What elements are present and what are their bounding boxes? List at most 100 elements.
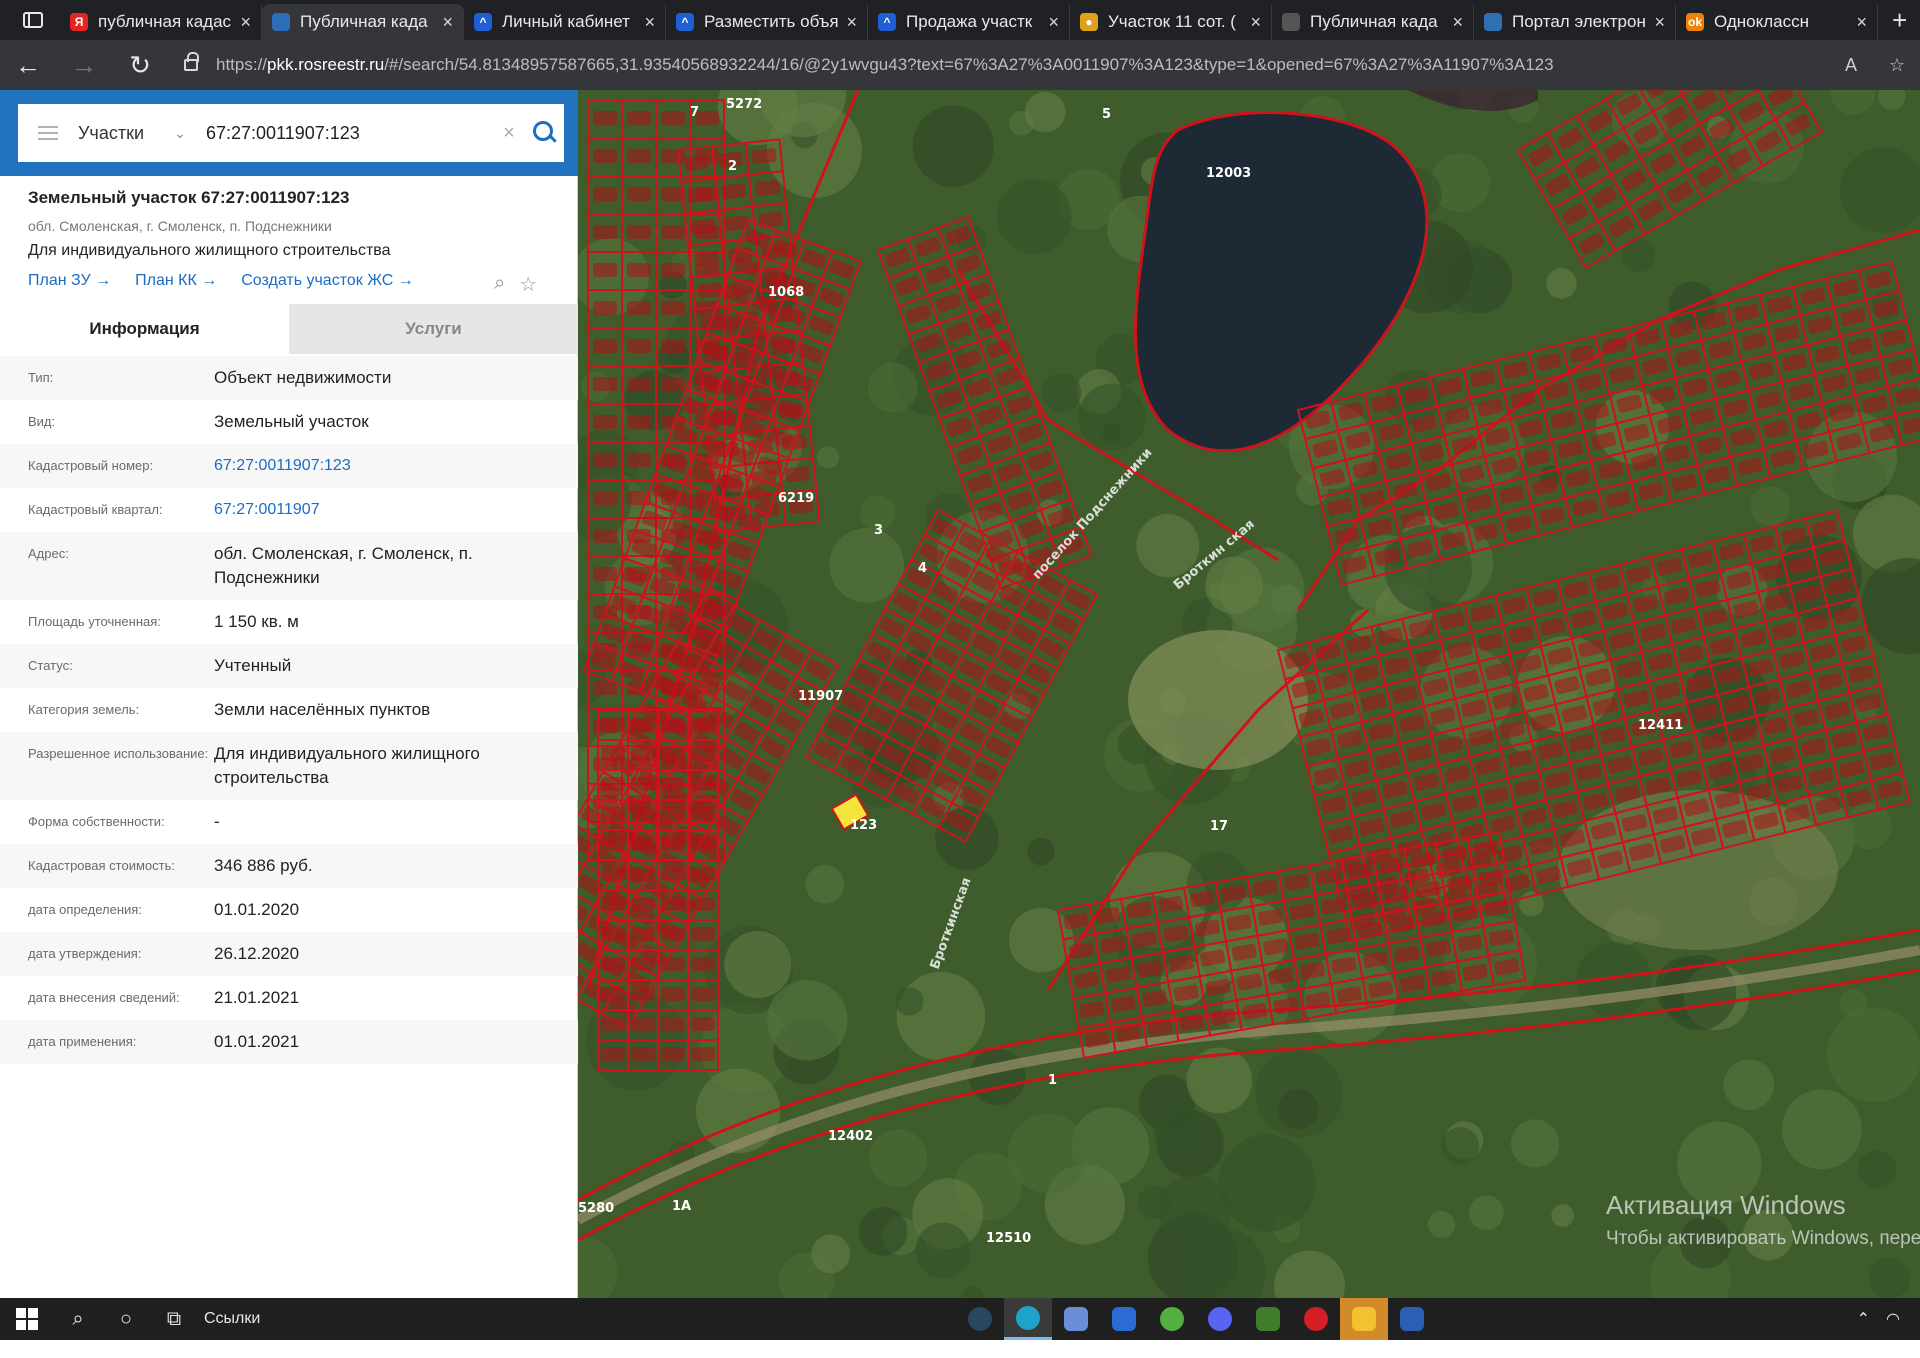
- map-canvas[interactable]: 12003 11907 12411 12402 12510 17 5 7 2 123 6219 106…: [578, 90, 1920, 1298]
- xbox-icon[interactable]: [1148, 1298, 1196, 1340]
- attribute-value-link[interactable]: 67:27:0011907: [214, 498, 578, 522]
- chevron-down-icon[interactable]: ⌄: [174, 125, 198, 142]
- search-input[interactable]: 67:27:0011907:123: [198, 123, 494, 144]
- word-icon[interactable]: [1388, 1298, 1436, 1340]
- taskbar-links-label[interactable]: Ссылки: [204, 1310, 260, 1328]
- parcel-number-badge: [661, 225, 685, 239]
- parcel-number-badge: [601, 717, 625, 731]
- lock-icon[interactable]: [184, 52, 199, 71]
- close-tab-icon[interactable]: ×: [846, 12, 857, 33]
- edge-icon[interactable]: [1004, 1298, 1052, 1340]
- browser-tab[interactable]: ● Участок 11 сот. (×: [1070, 4, 1272, 40]
- wifi-icon[interactable]: ◠: [1886, 1309, 1900, 1329]
- attribute-key: дата утверждения:: [28, 946, 142, 961]
- task-view-icon[interactable]: ⧉: [150, 1308, 198, 1331]
- minecraft-icon[interactable]: [1244, 1298, 1292, 1340]
- tree-patch: [1078, 383, 1146, 451]
- tree-patch: [1007, 1113, 1088, 1194]
- plan-zu-link[interactable]: План ЗУ →: [28, 272, 111, 290]
- reload-icon[interactable]: ↻: [112, 50, 168, 81]
- steam-icon[interactable]: [956, 1298, 1004, 1340]
- tab-favicon-icon: Я: [70, 13, 88, 31]
- attribute-key: дата внесения сведений:: [28, 990, 180, 1005]
- browser-tab[interactable]: ok Одноклассн ×: [1676, 4, 1878, 40]
- parcel-number-badge: [694, 250, 719, 267]
- tab-information[interactable]: Информация: [0, 304, 289, 354]
- parcel-number-badge: [631, 747, 655, 761]
- hamburger-menu-icon[interactable]: [18, 126, 78, 140]
- cortana-icon[interactable]: ○: [102, 1308, 150, 1331]
- attribute-key: Кадастровый квартал:: [28, 502, 163, 517]
- tab-favicon-icon: ^: [676, 13, 694, 31]
- browser-tab[interactable]: Публичная када ×: [1272, 4, 1474, 40]
- game-app-icon[interactable]: [1340, 1298, 1388, 1340]
- parcel-number-badge: [627, 263, 651, 277]
- tree-patch: [1024, 91, 1066, 133]
- map-label: 17: [1210, 819, 1228, 834]
- parcel-title: Земельный участок 67:27:0011907:123: [28, 188, 350, 207]
- opera-icon[interactable]: [1292, 1298, 1340, 1340]
- info-panel: Участки ⌄ 67:27:0011907:123 × ‹ Земельны…: [0, 90, 592, 1298]
- tray-chevron-icon[interactable]: ⌃: [1857, 1309, 1870, 1329]
- tree-patch: [805, 865, 845, 904]
- close-tab-icon[interactable]: ×: [1452, 12, 1463, 33]
- map-label: 1068: [768, 285, 804, 300]
- zoom-to-parcel-icon[interactable]: ⌕: [494, 272, 505, 297]
- tab-services[interactable]: Услуги: [289, 304, 578, 354]
- tree-patch: [1154, 1105, 1210, 1162]
- parcel-number-badge: [661, 747, 685, 761]
- windows-start-icon[interactable]: [0, 1298, 54, 1340]
- search-type-select[interactable]: Участки: [78, 123, 174, 144]
- parcel-number-badge: [661, 149, 685, 163]
- new-tab-button[interactable]: +: [1892, 5, 1907, 36]
- clear-search-icon[interactable]: ×: [494, 122, 524, 145]
- tab-favicon-icon: ok: [1686, 13, 1704, 31]
- close-tab-icon[interactable]: ×: [1856, 12, 1867, 33]
- attribute-row: Вид: Земельный участок: [0, 400, 578, 444]
- cadastral-map[interactable]: 12003 11907 12411 12402 12510 17 5 7 2 123 6219 106…: [578, 90, 1920, 1298]
- favorite-star-icon[interactable]: ☆: [519, 272, 537, 297]
- browser-tab[interactable]: ^ Продажа участк ×: [868, 4, 1070, 40]
- tab-actions-menu-icon[interactable]: [6, 0, 60, 40]
- parcel-number-badge: [697, 282, 723, 299]
- url-prefix: https://: [216, 55, 268, 74]
- search-icon[interactable]: [524, 113, 564, 153]
- attribute-value: 01.01.2020: [214, 900, 300, 919]
- create-zhs-link[interactable]: Создать участок ЖС →: [241, 272, 414, 290]
- browser-tab[interactable]: Япубличная кадас ×: [60, 4, 262, 40]
- read-aloud-icon[interactable]: A: [1828, 55, 1874, 76]
- attribute-key: Кадастровый номер:: [28, 458, 154, 473]
- browser-tab[interactable]: ^ Разместить объя ×: [666, 4, 868, 40]
- tab-favicon-icon: [1484, 13, 1502, 31]
- close-tab-icon[interactable]: ×: [644, 12, 655, 33]
- photos-app-icon[interactable]: [1100, 1298, 1148, 1340]
- attribute-value-link[interactable]: 67:27:0011907:123: [214, 454, 578, 478]
- attribute-value: 21.01.2021: [214, 988, 300, 1007]
- browser-tab[interactable]: ^ Личный кабинет ×: [464, 4, 666, 40]
- tree-patch: [1551, 1204, 1575, 1227]
- plan-kk-link[interactable]: План КК →: [135, 272, 217, 290]
- attribute-table: Тип: Объект недвижимости Вид: Земельный уча…: [0, 356, 578, 1064]
- browser-tab[interactable]: Публичная када ×: [262, 4, 464, 40]
- url-field[interactable]: https://pkk.rosreestr.ru/#/search/54.813…: [174, 47, 1818, 83]
- search-icon-taskbar[interactable]: ⌕: [54, 1308, 102, 1331]
- parcel-number-badge: [601, 897, 625, 911]
- parcel-number-badge: [691, 987, 715, 1001]
- parcel-number-badge: [721, 183, 747, 200]
- parcel-number-badge: [593, 301, 617, 315]
- search-bar: Участки ⌄ 67:27:0011907:123 ×: [0, 90, 578, 176]
- close-tab-icon[interactable]: ×: [1048, 12, 1059, 33]
- attribute-value: 01.01.2021: [214, 1032, 300, 1051]
- box-app-icon[interactable]: [1052, 1298, 1100, 1340]
- discord-icon[interactable]: [1196, 1298, 1244, 1340]
- close-tab-icon[interactable]: ×: [240, 12, 251, 33]
- map-label: 1A: [672, 1199, 691, 1214]
- parcel-number-badge: [691, 867, 715, 881]
- favorites-star-icon[interactable]: ☆: [1874, 55, 1920, 76]
- back-arrow-icon[interactable]: ←: [0, 50, 56, 81]
- close-tab-icon[interactable]: ×: [1250, 12, 1261, 33]
- browser-tab[interactable]: Портал электрон ×: [1474, 4, 1676, 40]
- forward-arrow-icon[interactable]: →: [56, 50, 112, 81]
- close-tab-icon[interactable]: ×: [442, 12, 453, 33]
- close-tab-icon[interactable]: ×: [1654, 12, 1665, 33]
